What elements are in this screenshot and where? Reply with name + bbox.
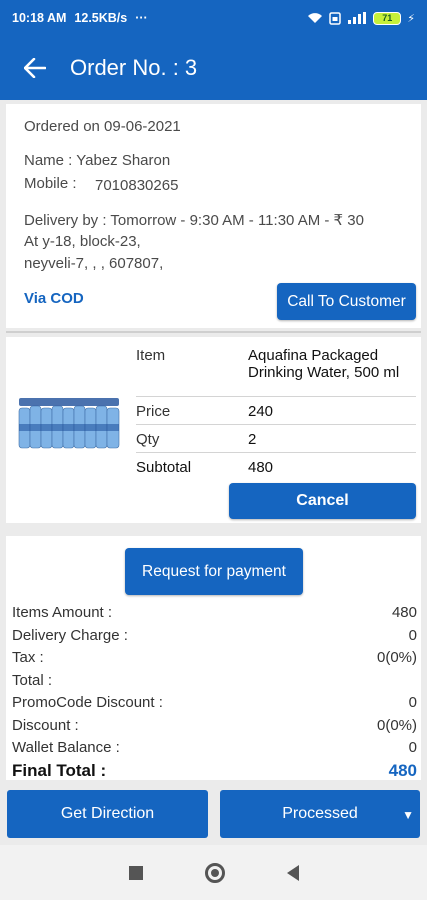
subtotal-value: 480	[248, 459, 274, 476]
qty-row: Qty 2	[136, 425, 416, 453]
final-total-label: Final Total :	[12, 761, 107, 780]
price-value: 240	[248, 403, 274, 420]
payment-summary-card: Request for payment Items Amount : 480 D…	[6, 536, 421, 780]
price-label: Price	[136, 403, 171, 420]
back-icon[interactable]	[286, 864, 299, 881]
request-payment-button[interactable]: Request for payment	[125, 548, 303, 595]
summary-row-items-amount: Items Amount : 480	[12, 604, 417, 621]
summary-label: Delivery Charge :	[12, 627, 128, 644]
dropdown-caret-icon: ▼	[402, 808, 414, 822]
delivery-slot: Delivery by : Tomorrow - 9:30 AM - 11:30…	[24, 212, 364, 229]
battery-icon: 71	[373, 11, 402, 25]
charging-icon: ⚡	[407, 12, 415, 25]
summary-row-delivery-charge: Delivery Charge : 0	[12, 627, 417, 644]
sim-icon	[329, 11, 342, 25]
final-total-value: 480	[388, 761, 417, 780]
summary-value: 480	[391, 604, 417, 621]
signal-icon	[348, 12, 367, 24]
get-direction-button[interactable]: Get Direction	[7, 790, 208, 838]
status-dropdown-label: Processed	[282, 805, 358, 822]
summary-value: 0(0%)	[376, 717, 417, 734]
summary-row-wallet-balance: Wallet Balance : 0	[12, 739, 417, 756]
price-row: Price 240	[136, 397, 416, 425]
qty-value: 2	[248, 431, 257, 448]
address-line-1: At y-18, block-23,	[24, 233, 141, 250]
summary-value: 0(0%)	[376, 649, 417, 666]
qty-label: Qty	[136, 431, 160, 448]
home-icon[interactable]	[204, 862, 225, 883]
payment-mode-link[interactable]: Via COD	[24, 290, 84, 307]
summary-row-total: Total :	[12, 672, 417, 689]
system-nav-bar	[0, 845, 427, 900]
mobile-number: 7010830265	[95, 177, 179, 194]
call-customer-button[interactable]: Call To Customer	[277, 283, 416, 320]
summary-value: 0	[408, 694, 417, 711]
summary-row-discount: Discount : 0(0%)	[12, 717, 417, 734]
divider	[6, 331, 421, 333]
final-total-row: Final Total : 480	[12, 761, 417, 781]
app-bar: Order No. : 3	[0, 36, 427, 100]
wifi-icon	[308, 13, 323, 23]
summary-row-promocode-discount: PromoCode Discount : 0	[12, 694, 417, 711]
item-label: Item	[136, 347, 166, 364]
summary-value: 0	[408, 627, 417, 644]
back-arrow-icon[interactable]	[0, 36, 70, 100]
summary-value: 0	[408, 739, 417, 756]
ordered-on-text: Ordered on 09-06-2021	[24, 118, 181, 135]
summary-label: Tax :	[12, 649, 44, 666]
order-info-card: Ordered on 09-06-2021 Name : Yabez Sharo…	[6, 104, 421, 328]
subtotal-row: Subtotal 480	[136, 453, 416, 479]
summary-label: Discount :	[12, 717, 79, 734]
status-bar: 10:18 AM 12.5KB/s ··· 71 ⚡	[0, 0, 427, 36]
summary-row-tax: Tax : 0(0%)	[12, 649, 417, 666]
item-row: Item Aquafina Packaged Drinking Water, 5…	[136, 347, 416, 397]
subtotal-label: Subtotal	[136, 459, 192, 476]
recents-icon[interactable]	[128, 865, 143, 880]
notification-dots: ···	[135, 11, 148, 25]
network-speed: 12.5KB/s	[74, 11, 128, 25]
summary-label: Total :	[12, 672, 53, 689]
order-item-card: Item Aquafina Packaged Drinking Water, 5…	[6, 337, 421, 523]
status-dropdown[interactable]: Processed ▼	[220, 790, 420, 838]
address-line-2: neyveli-7, , , 607807,	[24, 255, 164, 272]
summary-label: Items Amount :	[12, 604, 113, 621]
customer-name: Name : Yabez Sharon	[24, 152, 171, 169]
item-value: Aquafina Packaged Drinking Water, 500 ml	[248, 347, 400, 381]
page-title: Order No. : 3	[70, 55, 198, 80]
summary-label: Wallet Balance :	[12, 739, 120, 756]
mobile-label: Mobile :	[24, 175, 77, 192]
summary-label: PromoCode Discount :	[12, 694, 163, 711]
status-time: 10:18 AM	[12, 11, 67, 25]
cancel-button[interactable]: Cancel	[229, 483, 416, 519]
product-image	[15, 392, 125, 454]
